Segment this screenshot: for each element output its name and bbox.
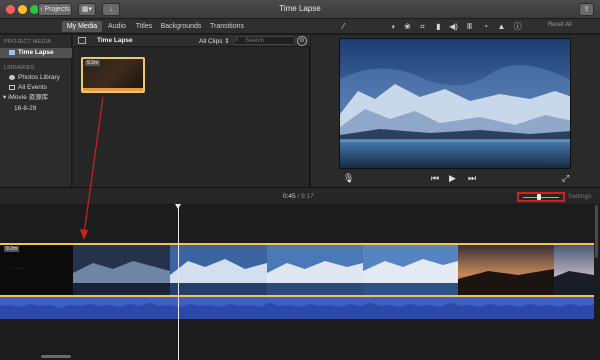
audio-eq-icon[interactable]: Ⅲ — [464, 21, 475, 32]
skip-back-icon[interactable]: ⏮ — [431, 172, 439, 184]
frame-caption: · · · · · · — [12, 267, 24, 271]
updown-chevron-icon: ⇕ — [224, 38, 230, 45]
media-clip-thumbnail[interactable]: 9.2m — [81, 57, 145, 93]
timeline-header: 0:45 / 9:17 Settings — [0, 187, 600, 205]
fullscreen-icon[interactable]: ⤢ — [562, 172, 569, 184]
audio-waveform — [0, 303, 594, 319]
current-time: 0:45 — [283, 193, 296, 200]
speed-icon[interactable]: ◔ — [480, 21, 491, 32]
frame-image — [554, 245, 594, 295]
sidebar-item-label: Time Lapse — [18, 49, 54, 56]
media-browser: Time Lapse All Clips ⇕ Search ⌕ ⚙ 9.2m — [73, 35, 310, 187]
tab-audio[interactable]: Audio — [106, 21, 128, 32]
project-icon — [9, 50, 15, 55]
filmstrip-frame — [363, 245, 458, 295]
clip-used-bar — [83, 88, 143, 91]
viewer: · · · · · · · · · 🎙 ⏮ ▶ ⏭ ⤢ — [311, 35, 600, 187]
reset-all-button[interactable]: Reset All — [548, 22, 572, 28]
zoom-track — [523, 197, 559, 198]
skip-forward-icon[interactable]: ⏭ — [468, 172, 476, 184]
stabilization-icon[interactable]: ▮ — [433, 21, 444, 32]
playhead-handle[interactable] — [175, 204, 181, 209]
tab-titles[interactable]: Titles — [133, 21, 155, 32]
filmstrip-frame — [73, 245, 170, 295]
window-title: Time Lapse — [279, 4, 321, 13]
timeline-clip-badge: 9.2m — [4, 246, 20, 252]
photos-icon — [9, 75, 15, 80]
project-media-header: PROJECT MEDIA — [4, 39, 52, 45]
frame-image — [170, 245, 267, 295]
clip-filter-value: All Clips — [199, 38, 223, 45]
filmstrip-frame: 9.2m · · · · · · — [0, 245, 73, 295]
color-correction-icon[interactable]: ❀ — [402, 21, 413, 32]
crop-icon[interactable]: ⌗ — [417, 21, 428, 32]
sidebar-item-photos-library[interactable]: Photos Library — [0, 73, 72, 83]
media-tab-bar: My Media Audio Titles Backgrounds Transi… — [0, 19, 600, 34]
volume-icon[interactable]: ◀) — [448, 21, 459, 32]
zoom-knob[interactable] — [537, 194, 541, 200]
share-button[interactable]: ⇪ — [579, 3, 594, 16]
clip-duration-badge: 9.2m — [85, 60, 101, 66]
sidebar-item-time-lapse[interactable]: Time Lapse — [0, 48, 72, 58]
share-icon: ⇪ — [583, 6, 590, 13]
sidebar-item-event[interactable]: 16-8-29 — [0, 104, 72, 114]
filmstrip-frame — [458, 245, 554, 295]
sidebar-item-imovie-library[interactable]: ▾ iMovie 资源库 — [0, 93, 72, 103]
color-balance-icon[interactable]: ◑ — [387, 21, 398, 32]
playhead[interactable] — [178, 205, 179, 360]
total-time: 9:17 — [301, 193, 314, 200]
browser-toolbar: Time Lapse All Clips ⇕ Search ⌕ ⚙ — [73, 35, 310, 47]
video-clip-track[interactable]: 9.2m · · · · · · — [0, 243, 594, 297]
timeline-zoom-slider[interactable] — [517, 192, 565, 202]
frame-image — [73, 245, 170, 295]
tab-backgrounds[interactable]: Backgrounds — [160, 21, 202, 32]
tab-my-media[interactable]: My Media — [62, 21, 102, 32]
timeline-settings-button[interactable]: Settings — [568, 193, 592, 200]
frame-image — [458, 245, 554, 295]
events-icon — [9, 85, 15, 90]
preview-watermark: · · · · · · · · · — [548, 160, 564, 164]
info-icon[interactable]: ⓘ — [512, 21, 523, 32]
play-icon[interactable]: ▶ — [449, 172, 456, 184]
browser-title: Time Lapse — [97, 37, 133, 44]
filmstrip-frame — [554, 245, 594, 295]
search-icon: ⌕ — [235, 37, 239, 43]
frame-image — [267, 245, 363, 295]
preview-frame: · · · · · · · · · — [339, 38, 571, 169]
clip-filter-select[interactable]: All Clips ⇕ — [199, 37, 230, 45]
libraries-sidebar: PROJECT MEDIA Time Lapse LIBRARIES Photo… — [0, 35, 72, 187]
filmstrip-frame — [170, 245, 267, 295]
libraries-header: LIBRARIES — [4, 65, 35, 71]
sidebar-item-label: iMovie 资源库 — [8, 94, 49, 101]
frame-image — [363, 245, 458, 295]
timeline: 9.2m · · · · · · — [0, 204, 600, 360]
filmstrip-frame — [267, 245, 363, 295]
sidebar-item-label: 16-8-29 — [14, 105, 37, 112]
toggle-sidebar-button[interactable] — [78, 37, 86, 44]
noise-reduction-icon[interactable]: ▲ — [496, 21, 507, 32]
sidebar-item-all-events[interactable]: All Events — [0, 83, 72, 93]
sidebar-item-label: All Events — [18, 84, 47, 91]
microphone-icon[interactable]: 🎙 — [343, 172, 354, 184]
tab-transitions[interactable]: Transitions — [208, 21, 246, 32]
magic-wand-icon[interactable]: ⁄ — [338, 21, 349, 32]
timecode: 0:45 / 9:17 — [283, 193, 314, 200]
audio-waveform-track[interactable] — [0, 297, 594, 319]
gear-icon[interactable]: ⚙ — [297, 36, 307, 46]
timeline-vertical-scrollbar[interactable] — [595, 205, 598, 258]
preview-image — [340, 39, 570, 168]
search-input[interactable]: Search — [233, 36, 295, 45]
timeline-horizontal-scrollbar[interactable] — [41, 355, 71, 358]
title-bar: ‹ Projects ▦▾ ↓ Time Lapse ⇪ — [0, 0, 600, 19]
sidebar-item-label: Photos Library — [18, 74, 60, 81]
